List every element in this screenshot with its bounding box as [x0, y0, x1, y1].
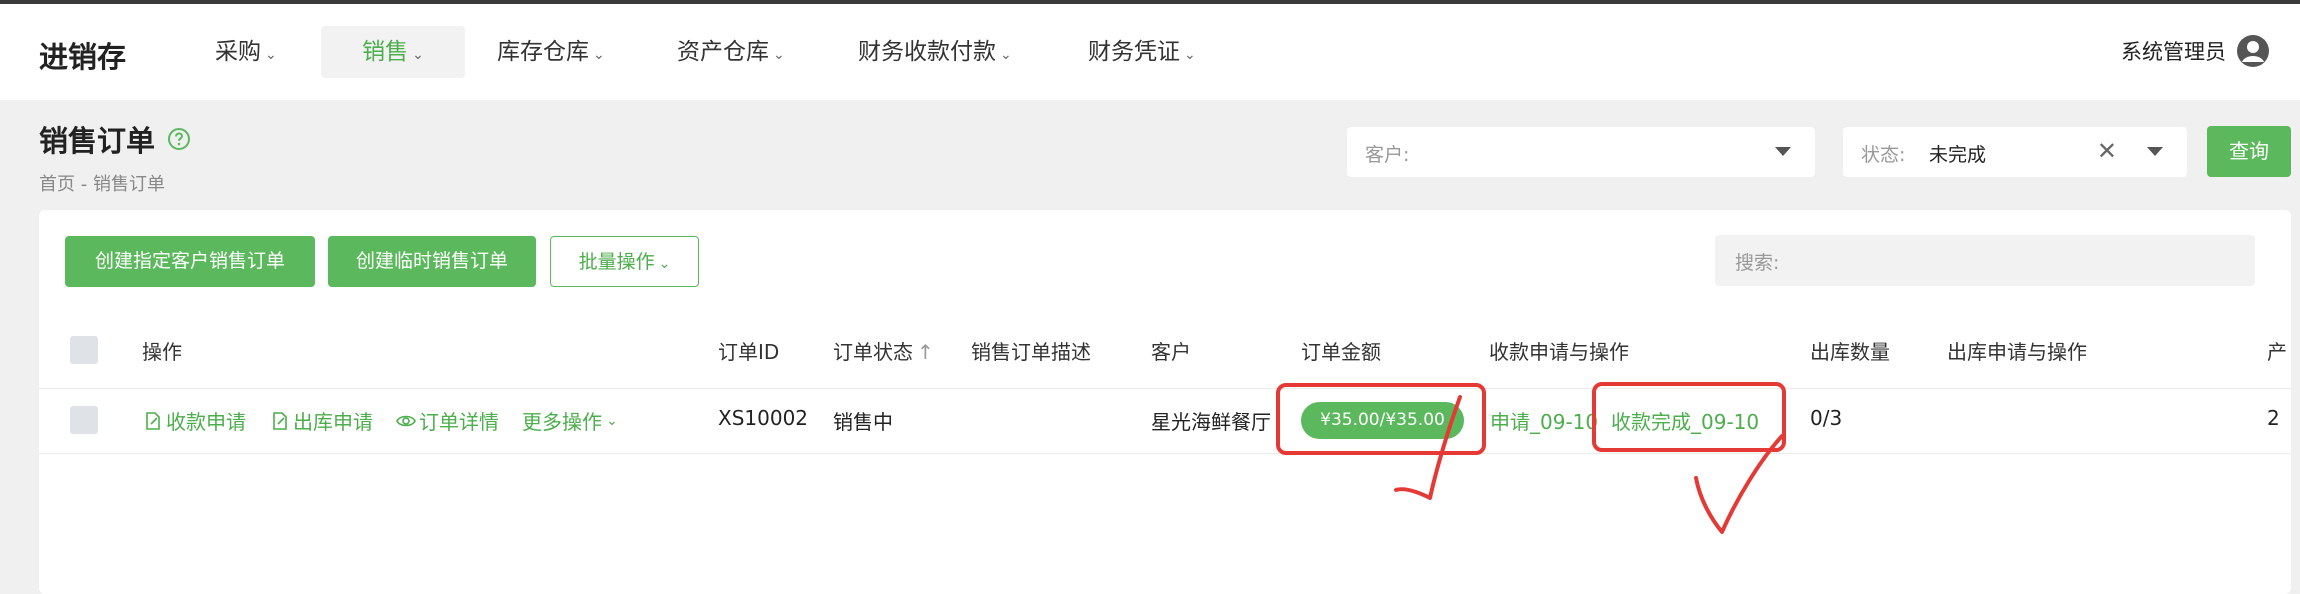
chevron-down-icon: ⌄	[606, 412, 618, 429]
chevron-down-icon: ⌄	[412, 47, 424, 63]
select-all-checkbox[interactable]	[70, 336, 98, 364]
query-button[interactable]: 查询	[2207, 126, 2291, 177]
user-menu[interactable]: 系统管理员	[2121, 34, 2270, 68]
page-header: 销售订单 首页 - 销售订单	[39, 118, 191, 196]
order-id-cell: XS10002	[718, 406, 809, 430]
column-header-amount: 订单金额	[1301, 340, 1381, 364]
op-label: 更多操作	[522, 410, 602, 434]
product-cell: 2	[2267, 406, 2280, 430]
divider	[39, 453, 2291, 454]
edit-document-icon	[146, 411, 160, 430]
chevron-down-icon: ⌄	[1000, 47, 1012, 63]
chevron-down-icon: ⌄	[658, 256, 671, 272]
column-header-outbound-qty: 出库数量	[1810, 340, 1890, 364]
top-navbar: 进销存 采购 ⌄ 销售 ⌄ 库存仓库 ⌄ 资产仓库 ⌄ 财务收款付款 ⌄ 财务凭证 ⌄ 系统…	[0, 4, 2300, 100]
user-name: 系统管理员	[2121, 40, 2226, 64]
nav-item-sales[interactable]: 销售 ⌄	[321, 26, 465, 78]
chevron-down-icon: ⌄	[593, 47, 605, 63]
batch-ops-label: 批量操作	[578, 251, 655, 273]
nav-item-label: 财务凭证	[1088, 39, 1180, 65]
page-title: 销售订单	[39, 118, 191, 160]
customer-cell: 星光海鲜餐厅	[1151, 410, 1271, 434]
batch-ops-button[interactable]: 批量操作 ⌄	[550, 236, 699, 287]
create-temp-order-button[interactable]: 创建临时销售订单	[328, 236, 536, 287]
nav-item-inventory[interactable]: 库存仓库 ⌄	[497, 26, 605, 78]
op-label: 订单详情	[419, 410, 499, 434]
column-header-label: 订单状态	[833, 340, 913, 364]
user-avatar-icon	[2237, 35, 2269, 67]
payment-apply-link[interactable]: 收款申请	[143, 406, 246, 435]
orders-card: 创建指定客户销售订单 创建临时销售订单 批量操作 ⌄ 搜索: 操作 订单ID 订单…	[39, 210, 2291, 594]
amount-badge: ¥35.00/¥35.00	[1301, 402, 1464, 439]
order-status-cell: 销售中	[833, 410, 893, 434]
divider	[39, 388, 2291, 389]
nav-item-label: 销售	[362, 39, 409, 65]
search-input[interactable]: 搜索:	[1715, 235, 2255, 286]
chevron-down-icon: ⌄	[265, 47, 277, 63]
outbound-apply-link[interactable]: 出库申请	[270, 406, 373, 435]
create-customer-order-button[interactable]: 创建指定客户销售订单	[65, 236, 315, 287]
row-checkbox[interactable]	[70, 406, 98, 434]
column-header-description: 销售订单描述	[971, 340, 1091, 364]
chevron-down-icon: ⌄	[773, 47, 785, 63]
customer-filter-label: 客户:	[1365, 144, 1410, 166]
edit-document-icon	[273, 411, 287, 430]
column-header-payment: 收款申请与操作	[1489, 340, 1629, 364]
eye-icon	[396, 415, 416, 426]
more-actions-dropdown[interactable]: 更多操作 ⌄	[522, 406, 618, 435]
help-icon[interactable]	[167, 127, 191, 151]
nav-item-label: 采购	[215, 39, 261, 65]
payment-apply-record-link[interactable]: 申请_09-10	[1490, 406, 1598, 435]
status-filter-label: 状态:	[1861, 144, 1906, 166]
app-brand: 进销存	[39, 40, 127, 74]
payment-done-record-link[interactable]: 收款完成_09-10	[1611, 406, 1759, 435]
nav-item-purchase[interactable]: 采购 ⌄	[215, 26, 277, 78]
nav-item-finance-payments[interactable]: 财务收款付款 ⌄	[858, 26, 1012, 78]
breadcrumb: 首页 - 销售订单	[39, 174, 165, 195]
column-header-order-id[interactable]: 订单ID	[718, 336, 779, 365]
status-filter-value: 未完成	[1929, 144, 1987, 166]
column-header-product: 产	[2267, 340, 2287, 364]
column-header-outbound-ops: 出库申请与操作	[1947, 340, 2087, 364]
column-header-status[interactable]: 订单状态 ↑	[833, 336, 934, 365]
caret-down-icon	[2147, 147, 2163, 156]
order-detail-link[interactable]: 订单详情	[396, 406, 499, 435]
page-title-text: 销售订单	[39, 124, 156, 158]
close-icon[interactable]: ✕	[2097, 137, 2117, 165]
column-header-customer: 客户	[1151, 340, 1191, 364]
nav-item-label: 财务收款付款	[858, 39, 996, 65]
op-label: 收款申请	[166, 410, 246, 434]
outbound-qty-cell: 0/3	[1810, 406, 1843, 430]
nav-item-finance-vouchers[interactable]: 财务凭证 ⌄	[1088, 26, 1196, 78]
op-label: 出库申请	[293, 410, 373, 434]
customer-filter-select[interactable]: 客户:	[1347, 127, 1815, 177]
sort-arrow-up-icon[interactable]: ↑	[917, 340, 934, 364]
nav-item-label: 库存仓库	[497, 39, 589, 65]
caret-down-icon	[1775, 147, 1791, 156]
status-filter-select[interactable]: 状态: 未完成 ✕	[1843, 127, 2187, 177]
nav-item-label: 资产仓库	[677, 39, 769, 65]
column-header-ops: 操作	[142, 340, 182, 364]
nav-item-assets[interactable]: 资产仓库 ⌄	[677, 26, 785, 78]
chevron-down-icon: ⌄	[1184, 47, 1196, 63]
